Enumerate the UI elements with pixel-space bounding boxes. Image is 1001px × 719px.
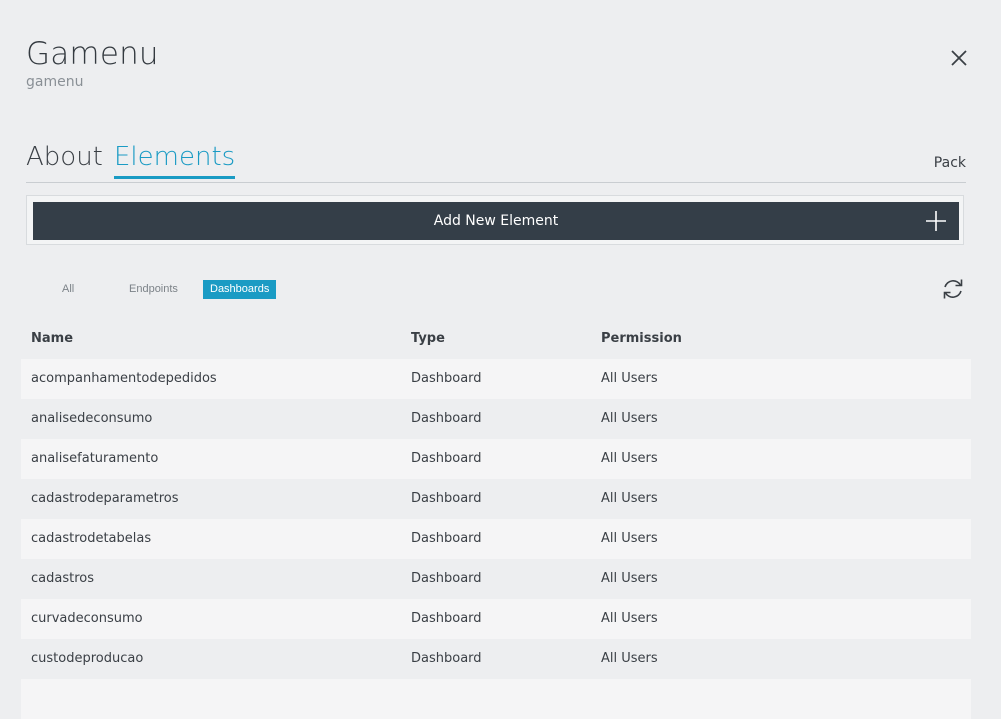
tab-pack[interactable]: Pack [934,155,966,171]
table-row[interactable]: cadastros Dashboard All Users [21,559,971,599]
table-row[interactable]: curvadeconsumo Dashboard All Users [21,599,971,639]
cell-type: Dashboard [411,571,482,586]
add-new-element-label: Add New Element [433,213,559,229]
table-row[interactable]: cadastrodeparametros Dashboard All Users [21,479,971,519]
cell-permission: All Users [601,571,658,586]
cell-name: acompanhamentodepedidos [31,371,217,386]
close-icon [951,50,967,66]
table-row[interactable]: analisefaturamento Dashboard All Users [21,439,971,479]
cell-permission: All Users [601,451,658,466]
cell-permission: All Users [601,531,658,546]
cell-name: curvadeconsumo [31,611,143,626]
tab-bar: About Elements Pack [26,140,966,183]
cell-type: Dashboard [411,491,482,506]
plus-icon [926,211,946,231]
cell-permission: All Users [601,651,658,666]
cell-name: analisefaturamento [31,451,159,466]
table-header: Name Type Permission [21,318,971,359]
add-new-element-button[interactable]: Add New Element [33,202,959,240]
cell-type: Dashboard [411,611,482,626]
page-subtitle: gamenu [26,74,84,90]
close-button[interactable] [949,48,969,68]
table-row[interactable]: acompanhamentodepedidos Dashboard All Us… [21,359,971,399]
cell-type: Dashboard [411,371,482,386]
cell-name: cadastrodetabelas [31,531,152,546]
cell-permission: All Users [601,411,658,426]
cell-name: custodeproducao [31,651,144,666]
cell-name: analisedeconsumo [31,411,153,426]
cell-type: Dashboard [411,411,482,426]
refresh-icon [943,279,963,299]
page-title: Gamenu [26,36,159,72]
column-header-type[interactable]: Type [411,331,445,346]
table-row[interactable]: cadastrodetabelas Dashboard All Users [21,519,971,559]
cell-type: Dashboard [411,651,482,666]
cell-permission: All Users [601,611,658,626]
cell-permission: All Users [601,371,658,386]
elements-table: Name Type Permission acompanhamentodeped… [21,318,971,719]
cell-permission: All Users [601,491,658,506]
column-header-name[interactable]: Name [31,331,73,346]
cell-name: cadastros [31,571,94,586]
filter-dashboards[interactable]: Dashboards [203,280,277,299]
cell-type: Dashboard [411,531,482,546]
table-row[interactable]: analisedeconsumo Dashboard All Users [21,399,971,439]
table-row[interactable]: custodeproducao Dashboard All Users [21,639,971,679]
tab-about[interactable]: About [26,142,103,176]
column-header-permission[interactable]: Permission [601,331,682,346]
table-row[interactable] [21,679,971,719]
tab-elements[interactable]: Elements [114,142,236,179]
cell-type: Dashboard [411,451,482,466]
cell-name: cadastrodeparametros [31,491,179,506]
filter-all[interactable]: All [55,280,81,299]
refresh-button[interactable] [941,277,965,301]
filter-endpoints[interactable]: Endpoints [122,280,185,299]
add-element-panel: Add New Element [26,195,964,245]
